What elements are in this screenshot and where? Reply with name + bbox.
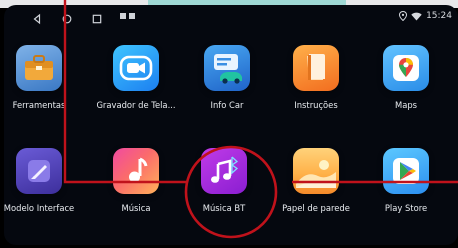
app-label: Gravador de Tela... xyxy=(96,100,176,110)
car-tablet-photo: 15:24 Ferramentas Gravador de Tela... In… xyxy=(0,0,458,248)
app-musica-bt[interactable]: Música BT xyxy=(178,148,270,213)
app-musica[interactable]: Música xyxy=(90,148,182,213)
wallpaper-icon xyxy=(293,148,339,194)
screen-recorder-icon xyxy=(113,45,159,91)
app-play-store[interactable]: Play Store xyxy=(360,148,452,213)
home-screen: 15:24 Ferramentas Gravador de Tela... In… xyxy=(4,5,458,245)
app-label: Modelo Interface xyxy=(4,203,75,213)
app-gravador-de-tela[interactable]: Gravador de Tela... xyxy=(90,45,182,110)
car-info-icon xyxy=(204,45,250,91)
app-label: Play Store xyxy=(384,203,428,213)
app-label: Info Car xyxy=(210,100,244,110)
maps-pin-icon xyxy=(383,45,429,91)
play-store-icon xyxy=(383,148,429,194)
app-label: Maps xyxy=(394,100,418,110)
app-maps[interactable]: Maps xyxy=(360,45,452,110)
app-instrucoes[interactable]: Instruções xyxy=(270,45,362,110)
app-label: Papel de parede xyxy=(282,203,350,213)
app-label: Música BT xyxy=(202,203,246,213)
app-ferramentas[interactable]: Ferramentas xyxy=(4,45,85,110)
app-label: Ferramentas xyxy=(12,100,66,110)
app-label: Instruções xyxy=(294,100,338,110)
app-modelo-interface[interactable]: Modelo Interface xyxy=(4,148,85,213)
app-label: Música xyxy=(121,203,151,213)
toolbox-icon xyxy=(16,45,62,91)
book-icon xyxy=(293,45,339,91)
paint-brush-icon xyxy=(16,148,62,194)
app-grid: Ferramentas Gravador de Tela... Info Car… xyxy=(4,5,458,245)
app-info-car[interactable]: Info Car xyxy=(181,45,273,110)
music-note-icon xyxy=(113,148,159,194)
app-papel-de-parede[interactable]: Papel de parede xyxy=(270,148,362,213)
bt-music-icon xyxy=(201,148,247,194)
